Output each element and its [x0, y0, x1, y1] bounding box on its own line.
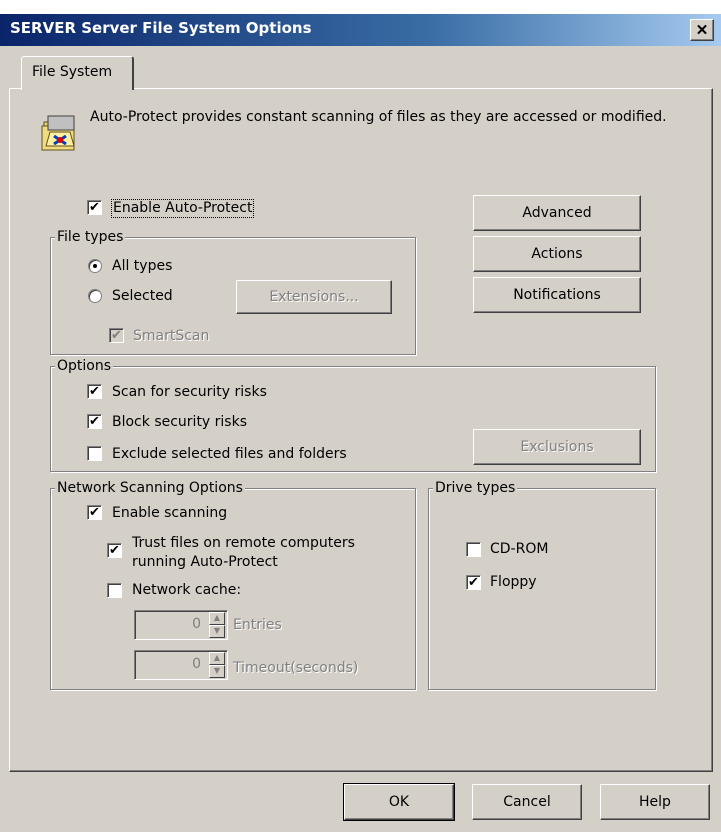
tab-file-system[interactable]: File System [21, 56, 134, 90]
close-icon: ✕ [695, 21, 709, 39]
window-title: SERVER Server File System Options [10, 19, 312, 37]
close-button[interactable]: ✕ [690, 19, 714, 41]
cancel-button[interactable]: Cancel [472, 784, 582, 820]
help-button[interactable]: Help [600, 784, 710, 820]
window-top-strip [0, 0, 721, 14]
ok-button[interactable]: OK [343, 783, 455, 821]
tab-panel [9, 88, 713, 772]
